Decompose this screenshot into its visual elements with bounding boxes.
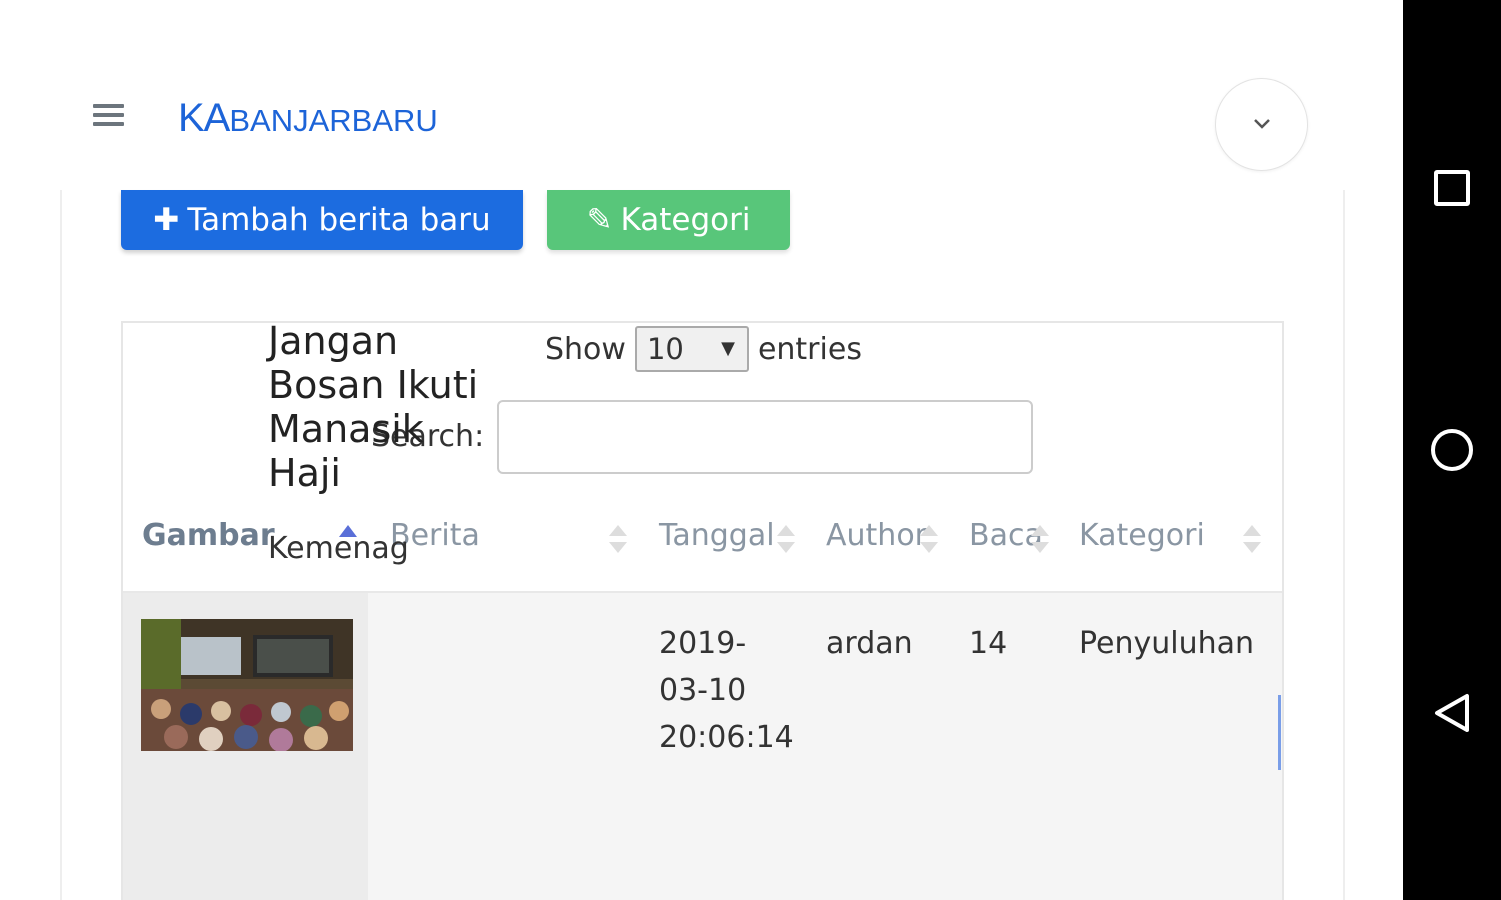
menu-icon[interactable] [93,104,124,130]
sort-icon [609,521,627,557]
brand-logo[interactable]: KABANJARBARU [178,96,438,141]
back-icon[interactable] [1431,692,1473,734]
show-label: Show [545,331,626,367]
sort-icon [1031,521,1049,557]
brand-ka: KA [178,96,230,140]
news-title[interactable]: Jangan Bosan Ikuti Manasik Haji [268,319,498,495]
news-author: ardan [826,626,913,661]
date-line-2: 03-10 [659,673,747,708]
profile-dropdown-button[interactable] [1215,78,1308,171]
category-label: Kategori [620,202,751,238]
col-header-gambar[interactable]: Gambar [142,518,275,553]
col-header-author[interactable]: Author [826,518,927,553]
pencil-icon: ✎ [586,202,613,238]
sort-icon [1243,521,1261,557]
add-news-button[interactable]: ✚ Tambah berita baru [121,190,523,250]
news-reads: 14 [969,626,1008,661]
scrollbar[interactable] [1278,695,1281,770]
sort-icon [920,521,938,557]
news-thumbnail-image[interactable] [141,619,353,751]
dropdown-arrow-icon: ▼ [721,338,735,359]
plus-icon: ✚ [153,202,180,238]
entries-length: Show 10 ▼ entries [545,323,862,375]
app-header: KABANJARBARU [0,0,1403,190]
recents-icon[interactable] [1431,167,1473,209]
entries-value: 10 [646,332,684,366]
category-button[interactable]: ✎ Kategori [547,190,790,250]
col-header-kategori[interactable]: Kategori [1079,518,1205,553]
add-news-label: Tambah berita baru [187,202,491,238]
brand-name: BANJARBARU [229,103,438,138]
entries-label: entries [757,331,862,367]
android-nav-bar [1403,0,1501,900]
news-date-cell: 2019- 03-10 20:06:14 [659,620,794,761]
news-category: Penyuluhan [1079,626,1255,661]
chevron-down-icon [1254,119,1270,129]
entries-select[interactable]: 10 ▼ [634,326,749,372]
col-header-tanggal[interactable]: Tanggal [659,518,775,553]
sort-icon [777,521,795,557]
date-line-1: 2019- [659,626,747,661]
date-line-3: 20:06:14 [659,720,794,755]
search-input[interactable] [497,400,1033,474]
home-icon[interactable] [1431,429,1473,471]
news-source: Kemenag [268,531,409,566]
